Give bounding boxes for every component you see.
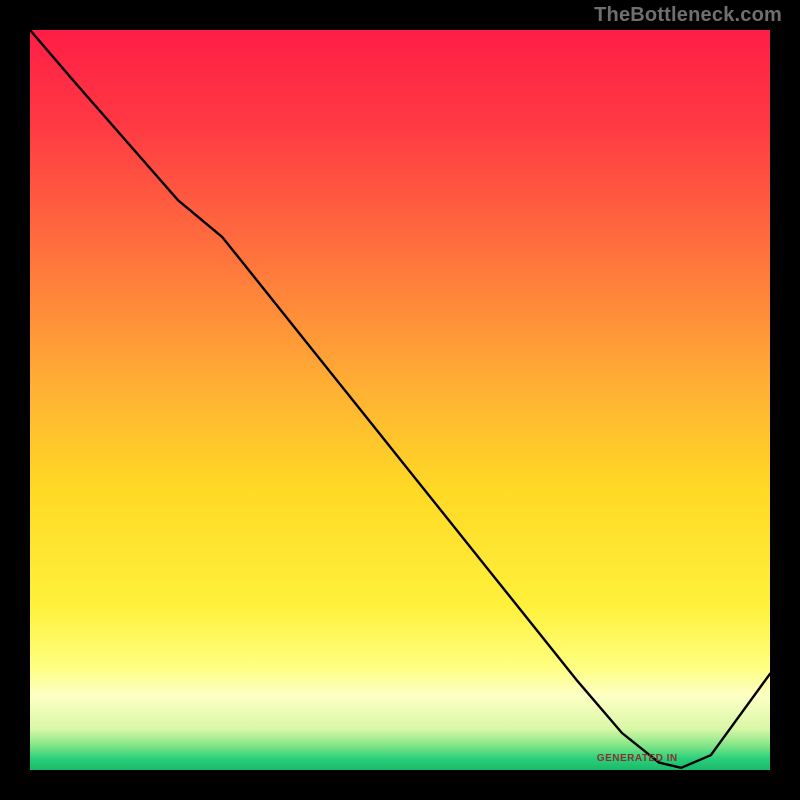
gradient-background [30, 30, 770, 770]
watermark-text: TheBottleneck.com [594, 4, 782, 27]
chart-container: TheBottleneck.com GENERATED IN [0, 0, 800, 800]
plot-area: GENERATED IN [30, 30, 770, 770]
series-label: GENERATED IN [597, 753, 678, 764]
plot-svg [30, 30, 770, 770]
